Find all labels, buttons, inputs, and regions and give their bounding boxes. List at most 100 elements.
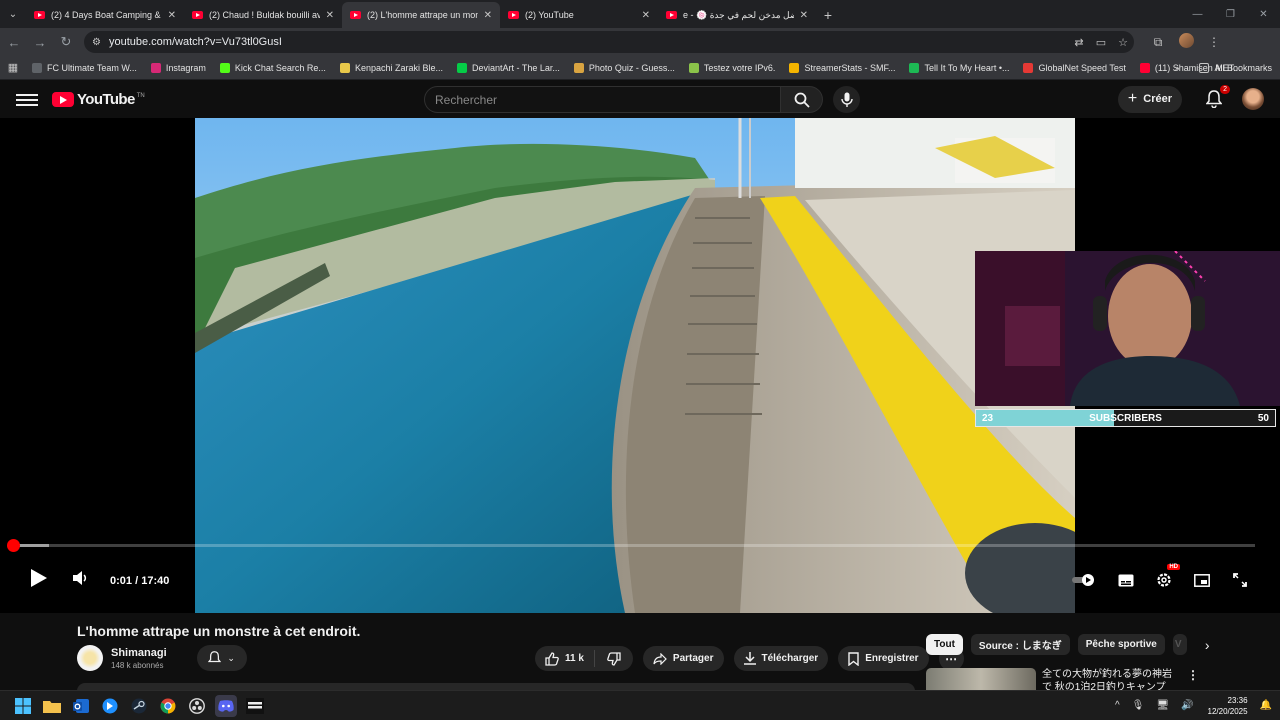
network-icon[interactable]: 🖥 (1156, 700, 1169, 711)
menu-hamburger-icon[interactable] (16, 91, 38, 109)
volume-button[interactable] (72, 571, 88, 590)
close-tab-icon[interactable]: ✕ (642, 10, 650, 21)
translate-icon[interactable]: ⇄ (1068, 36, 1090, 49)
save-button[interactable]: Enregistrer (838, 646, 929, 671)
browser-tab-active[interactable]: (2) L'homme attrape un monstr ✕ (342, 2, 500, 28)
download-button[interactable]: Télécharger (733, 646, 829, 671)
close-tab-icon[interactable]: ✕ (326, 10, 334, 21)
forward-icon[interactable]: → (28, 30, 52, 54)
share-button[interactable]: Partager (642, 646, 724, 671)
tab-title: (2) 4 Days Boat Camping & Ca (51, 10, 162, 20)
reload-icon[interactable]: ↻ (54, 30, 78, 54)
search-input[interactable]: Rechercher (424, 86, 781, 113)
maximize-icon[interactable]: ❐ (1214, 0, 1247, 28)
minimize-icon[interactable]: — (1181, 0, 1214, 28)
autoplay-toggle[interactable] (1070, 568, 1098, 592)
discord-icon[interactable] (215, 694, 237, 717)
settings-button[interactable]: HD (1154, 564, 1180, 592)
webcam-still (975, 251, 1280, 406)
like-button[interactable]: 11 k (535, 650, 595, 667)
obs-icon[interactable] (186, 695, 208, 717)
chevron-right-icon[interactable]: › (1205, 637, 1210, 653)
windows-start-icon[interactable] (12, 695, 34, 717)
bookmark-star-icon[interactable]: ☆ (1112, 36, 1134, 49)
video-frame[interactable] (195, 118, 1075, 613)
bookmark-item[interactable]: DeviantArt - The Lar... (456, 62, 560, 73)
clock[interactable]: 23:36 12/20/2025 (1208, 695, 1248, 717)
file-explorer-icon[interactable] (41, 695, 63, 717)
browser-tab[interactable]: e - 🍥 أفضل مدخن لحم في جدة ✕ (658, 2, 816, 28)
notification-bell-icon[interactable]: 🔔 (1260, 700, 1272, 711)
close-tab-icon[interactable]: ✕ (800, 10, 808, 21)
bookmark-label: Kenpachi Zaraki Ble... (354, 62, 443, 73)
recommended-thumbnail[interactable] (926, 668, 1036, 690)
video-progress-bar[interactable] (7, 539, 1255, 552)
call-of-duty-icon[interactable] (244, 695, 266, 717)
youtube-logo[interactable]: YouTube TN (52, 91, 145, 108)
bookmark-item[interactable]: Kenpachi Zaraki Ble... (339, 62, 443, 73)
create-button[interactable]: + Créer (1117, 85, 1182, 113)
dislike-button[interactable] (595, 651, 633, 666)
subtitles-button[interactable] (1116, 568, 1136, 592)
bookmark-item[interactable]: Kick Chat Search Re... (219, 62, 326, 73)
close-tab-icon[interactable]: ✕ (484, 10, 492, 21)
steam-icon[interactable] (128, 695, 150, 717)
bookmark-item[interactable]: GlobalNet Speed Test (1023, 62, 1126, 73)
clock-date: 12/20/2025 (1207, 706, 1248, 716)
browser-tab[interactable]: (2) Chaud ! Buldak bouilli avec ✕ (184, 2, 342, 28)
channel-name[interactable]: Shimanagi (111, 647, 167, 659)
copilot-icon[interactable] (99, 695, 121, 717)
share-label: Partager (672, 653, 714, 664)
outlook-icon[interactable] (70, 695, 92, 717)
play-button[interactable] (30, 568, 48, 593)
bookmark-item[interactable]: Instagram (150, 62, 206, 73)
bookmarks-overflow-icon[interactable]: » (1174, 63, 1179, 73)
chip-source[interactable]: Source : しまなぎ (970, 634, 1070, 655)
miniplayer-button[interactable] (1192, 568, 1212, 592)
youtube-favicon-icon (192, 11, 203, 19)
search-button[interactable] (781, 86, 823, 113)
url-field[interactable]: ⚙ youtube.com/watch?v=Vu73tl0GusI ⇄ ▭ ☆ (84, 31, 1134, 53)
account-avatar[interactable] (1242, 88, 1264, 110)
browser-tab[interactable]: (2) 4 Days Boat Camping & Ca ✕ (26, 2, 184, 28)
all-bookmarks-folder[interactable]: All Bookmarks (1199, 62, 1272, 73)
extensions-icon[interactable]: ⧉ (1144, 35, 1172, 50)
channel-row: Shimanagi 148 k abonnés ⌄ (77, 645, 247, 671)
bookmark-item[interactable]: Tell It To My Heart •... (909, 62, 1009, 73)
new-tab-icon[interactable]: + (816, 2, 840, 28)
bookmark-favicon-icon (219, 62, 230, 73)
chip-all[interactable]: Tout (926, 634, 963, 655)
video-player[interactable]: 23 SUBSCRIBERS 50 0:01 / 17:40 HD (0, 118, 1280, 613)
fullscreen-button[interactable] (1230, 568, 1250, 592)
bookmark-item[interactable]: Testez votre IPv6. (688, 62, 775, 73)
microphone-icon[interactable]: 🎙 (1132, 700, 1145, 711)
notifications-button[interactable]: 2 (1200, 85, 1230, 113)
channel-avatar[interactable] (77, 645, 103, 671)
browser-menu-icon[interactable]: ⋮ (1200, 35, 1228, 49)
plus-icon: + (1127, 90, 1138, 107)
bookmark-item[interactable]: Photo Quiz - Guess... (573, 62, 675, 73)
browser-tab[interactable]: (2) YouTube ✕ (500, 2, 658, 28)
streamer-webcam-overlay (975, 251, 1280, 406)
time-total: 17:40 (141, 574, 170, 587)
apps-grid-icon[interactable]: ▦ (0, 61, 26, 74)
channel-notifications-button[interactable]: ⌄ (196, 645, 247, 671)
site-info-icon[interactable]: ⚙ (92, 37, 101, 48)
country-code: TN (136, 92, 145, 99)
chip-more[interactable]: V (1172, 634, 1187, 655)
bookmark-item[interactable]: StreamerStats - SMF... (789, 62, 895, 73)
cast-icon[interactable]: ▭ (1090, 36, 1112, 49)
chrome-icon[interactable] (157, 695, 179, 717)
chevron-up-icon[interactable]: ^ (1115, 700, 1120, 711)
scrubber-handle[interactable] (7, 539, 21, 552)
profile-avatar[interactable] (1172, 33, 1200, 51)
action-buttons: 11 k Partager Télécharger Enregistrer ⋯ (535, 646, 964, 671)
chip-sport-fishing[interactable]: Pêche sportive (1077, 634, 1165, 655)
bookmark-item[interactable]: FC Ultimate Team W... (32, 62, 137, 73)
voice-search-button[interactable] (833, 86, 860, 113)
close-window-icon[interactable]: ✕ (1247, 0, 1280, 28)
tab-search-chevron-icon[interactable]: ⌄ (0, 0, 26, 28)
back-icon[interactable]: ← (2, 30, 26, 54)
volume-icon[interactable]: 🔊 (1181, 700, 1193, 711)
close-tab-icon[interactable]: ✕ (168, 10, 176, 21)
